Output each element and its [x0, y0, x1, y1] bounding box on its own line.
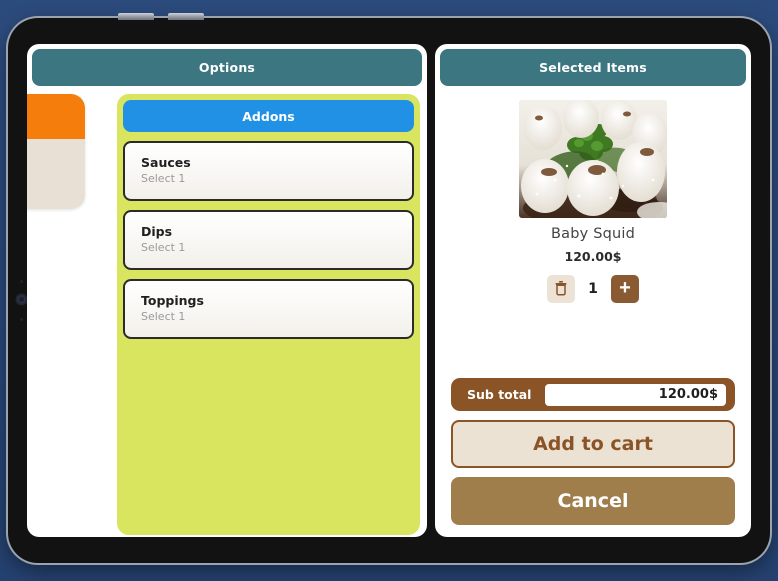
subtotal-value: 120.00$: [545, 383, 726, 406]
selected-item-name: Baby Squid: [550, 226, 636, 242]
increase-quantity-button[interactable]: +: [611, 275, 639, 303]
trash-icon: [554, 280, 568, 299]
addon-option-subtitle: Select 1: [141, 172, 186, 186]
volume-down-button[interactable]: [168, 13, 204, 20]
subtotal-label: Sub total: [467, 387, 532, 402]
selected-item-price: 120.00$: [564, 249, 622, 264]
addon-option-title: Toppings: [141, 292, 204, 308]
selected-items-panel-header: Selected Items: [440, 49, 746, 86]
addon-option-subtitle: Select 1: [141, 241, 186, 255]
volume-up-button[interactable]: [118, 13, 154, 20]
tab-addons[interactable]: Addons: [123, 100, 414, 132]
options-panel-body: Addons Sauces Select 1 Dips Select 1 Top…: [27, 86, 427, 537]
addon-option-title: Sauces: [141, 154, 191, 170]
addon-option-title: Dips: [141, 223, 173, 239]
previous-category-card-header: [27, 94, 85, 139]
selected-item-image: [519, 100, 667, 218]
add-to-cart-button[interactable]: Add to cart: [451, 420, 735, 468]
selected-items-panel: Selected Items Baby Squid 120.00$ 1 + Su…: [435, 44, 751, 537]
cancel-button[interactable]: Cancel: [451, 477, 735, 525]
addon-option-toppings[interactable]: Toppings Select 1: [123, 279, 414, 339]
addon-option-dips[interactable]: Dips Select 1: [123, 210, 414, 270]
selected-items-actions: Sub total 120.00$ Add to cart Cancel: [449, 378, 737, 527]
quantity-value: 1: [588, 281, 598, 297]
sensor-dot-icon: [20, 318, 23, 321]
selected-items-body: Baby Squid 120.00$ 1 + Sub total 120.00$…: [435, 86, 751, 537]
previous-category-card[interactable]: [27, 94, 85, 209]
addon-option-subtitle: Select 1: [141, 310, 186, 324]
options-panel-header: Options: [32, 49, 422, 86]
quantity-stepper: 1 +: [547, 275, 639, 303]
subtotal-row: Sub total 120.00$: [451, 378, 735, 411]
plus-icon: +: [619, 277, 631, 299]
front-camera-icon: [17, 295, 26, 304]
tablet-device-frame: Options Addons Sauces Select 1 Dips Sele…: [8, 13, 770, 563]
addon-option-sauces[interactable]: Sauces Select 1: [123, 141, 414, 201]
addons-category-column: Addons Sauces Select 1 Dips Select 1 Top…: [117, 94, 420, 535]
sensor-dot-icon: [20, 280, 23, 283]
options-panel: Options Addons Sauces Select 1 Dips Sele…: [27, 44, 427, 537]
tablet-screen: Options Addons Sauces Select 1 Dips Sele…: [27, 44, 751, 537]
delete-item-button[interactable]: [547, 275, 575, 303]
